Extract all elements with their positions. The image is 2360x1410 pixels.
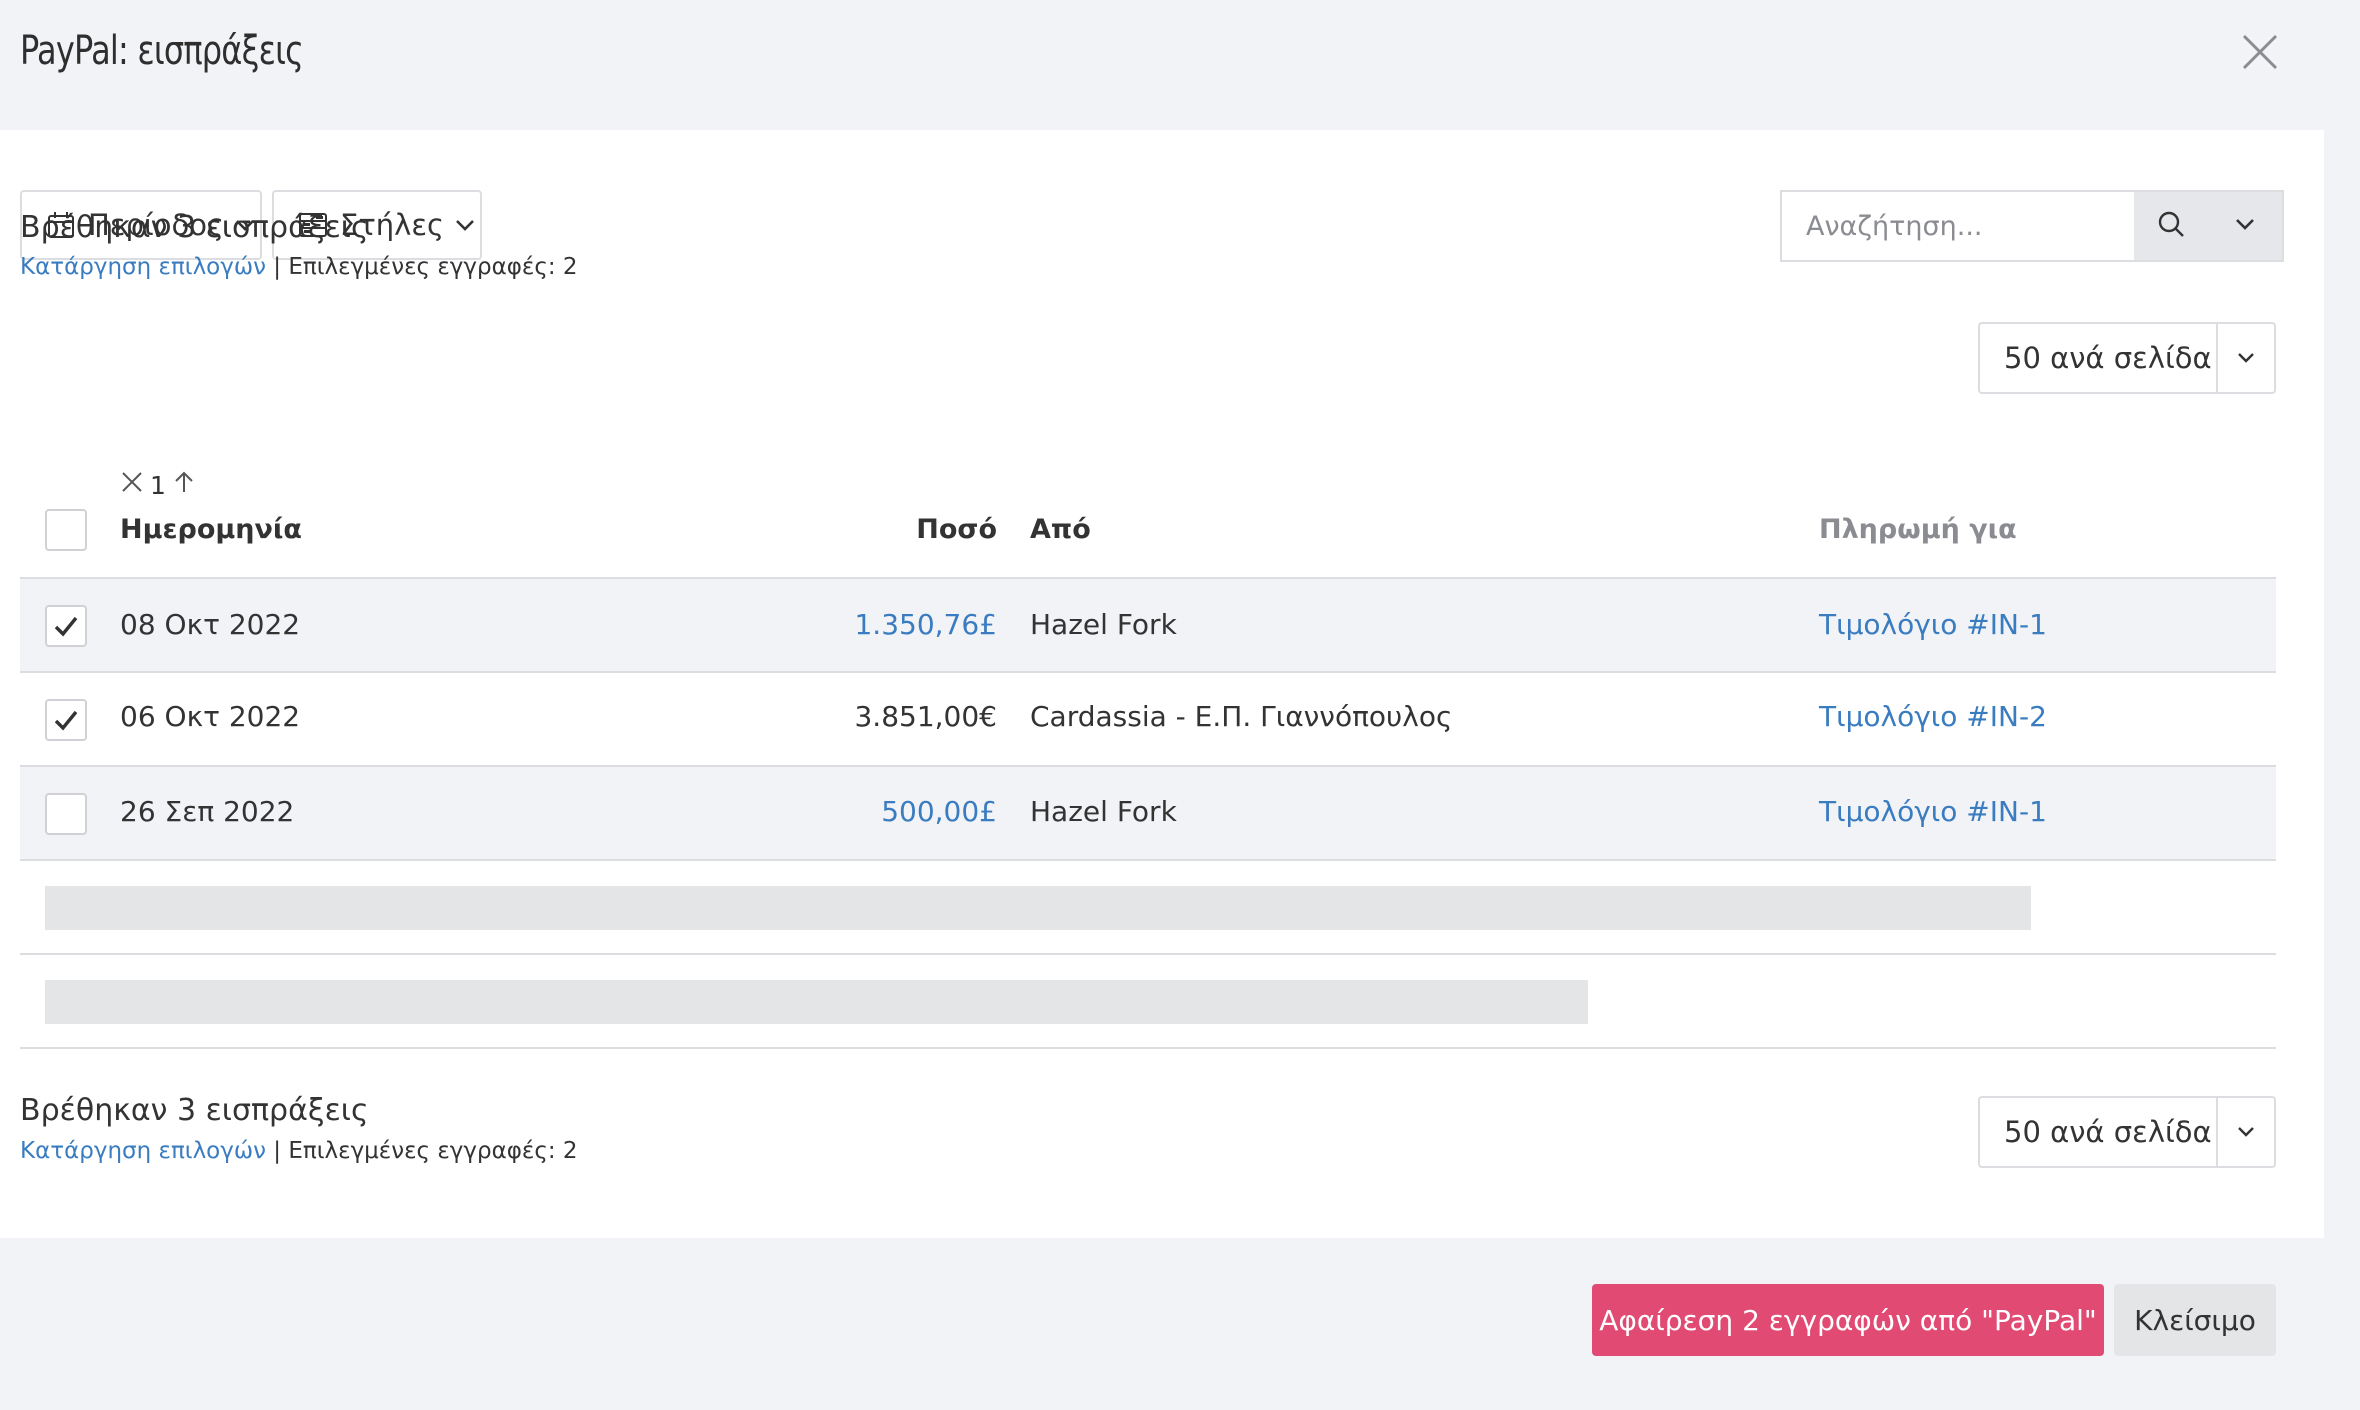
selected-count: Επιλεγμένες εγγραφές: 2 — [288, 254, 578, 280]
close-icon[interactable] — [2238, 30, 2282, 74]
selection-info: Κατάργηση επιλογών | Επιλεγμένες εγγραφέ… — [20, 254, 578, 280]
clear-selection-link[interactable]: Κατάργηση επιλογών — [20, 254, 266, 280]
chevron-down-icon — [2232, 211, 2258, 241]
modal-body: Περίοδος Στήλες Αναζήτηση... Βρέθηκαν 3 … — [0, 130, 2324, 1238]
arrow-up-icon[interactable] — [172, 470, 196, 500]
column-header-payment-for: Πληρωμή για — [1819, 514, 2017, 545]
column-header-from[interactable]: Από — [1030, 514, 1091, 545]
sort-indicator: 1 — [120, 470, 196, 500]
selection-info-bottom: Κατάργηση επιλογών | Επιλεγμένες εγγραφέ… — [20, 1138, 578, 1164]
row-checkbox[interactable] — [45, 793, 87, 835]
row-invoice-link[interactable]: Τιμολόγιο #IN-1 — [1819, 608, 2047, 641]
column-header-amount[interactable]: Ποσό — [697, 514, 997, 545]
row-amount[interactable]: 1.350,76£ — [697, 608, 997, 641]
search-input[interactable] — [1782, 192, 2134, 260]
remove-records-button[interactable]: Αφαίρεση 2 εγγραφών από "PayPal" — [1592, 1284, 2104, 1356]
per-page-value: 50 ανά σελίδα — [2004, 341, 2212, 375]
table-row: 08 Οκτ 2022 1.350,76£ Hazel Fork Τιμολόγ… — [20, 579, 2276, 673]
receipts-modal: PayPal: εισπράξεις Περίοδος Στήλες Αναζή… — [0, 0, 2360, 1410]
row-date: 26 Σεπ 2022 — [120, 795, 295, 828]
search-button[interactable] — [2134, 192, 2208, 260]
selected-count: Επιλεγμένες εγγραφές: 2 — [288, 1138, 578, 1164]
results-count-bottom: Βρέθηκαν 3 εισπράξεις — [20, 1093, 369, 1128]
row-invoice-link[interactable]: Τιμολόγιο #IN-1 — [1819, 795, 2047, 828]
row-from: Hazel Fork — [1030, 608, 1177, 641]
separator: | — [265, 1138, 289, 1164]
row-checkbox[interactable] — [45, 605, 87, 647]
loading-placeholder — [45, 886, 2031, 930]
clear-sort-icon[interactable] — [120, 470, 144, 500]
modal-title: PayPal: εισπράξεις — [20, 28, 304, 74]
separator: | — [265, 254, 289, 280]
checkmark-icon — [54, 710, 78, 731]
row-amount[interactable]: 500,00£ — [697, 795, 997, 828]
per-page-select[interactable]: 50 ανά σελίδα — [1978, 322, 2276, 394]
chevron-down-icon — [452, 212, 478, 238]
chevron-down-icon — [2218, 346, 2274, 370]
row-amount: 3.851,00€ — [854, 700, 997, 733]
search-box — [1780, 190, 2284, 262]
row-date: 06 Οκτ 2022 — [120, 700, 301, 733]
column-header-date[interactable]: Ημερομηνία — [120, 514, 302, 545]
row-divider — [20, 1047, 2276, 1049]
checkmark-icon — [54, 616, 78, 637]
row-checkbox[interactable] — [45, 699, 87, 741]
search-icon — [2155, 208, 2187, 244]
results-count: Βρέθηκαν 3 εισπράξεις — [20, 210, 369, 245]
table-row: 06 Οκτ 2022 3.851,00€ Cardassia - Ε.Π. Γ… — [20, 673, 2276, 767]
close-button[interactable]: Κλείσιμο — [2114, 1284, 2276, 1356]
row-invoice-link[interactable]: Τιμολόγιο #IN-2 — [1819, 700, 2047, 733]
loading-placeholder — [45, 980, 1588, 1024]
row-divider — [20, 953, 2276, 955]
row-from: Hazel Fork — [1030, 795, 1177, 828]
search-options-button[interactable] — [2208, 192, 2282, 260]
per-page-value: 50 ανά σελίδα — [2004, 1115, 2212, 1149]
select-all-checkbox[interactable] — [45, 509, 87, 551]
per-page-select-bottom[interactable]: 50 ανά σελίδα — [1978, 1096, 2276, 1168]
row-date: 08 Οκτ 2022 — [120, 608, 301, 641]
clear-selection-link[interactable]: Κατάργηση επιλογών — [20, 1138, 266, 1164]
chevron-down-icon — [2218, 1120, 2274, 1144]
sort-order: 1 — [150, 470, 166, 500]
table-row: 26 Σεπ 2022 500,00£ Hazel Fork Τιμολόγιο… — [20, 767, 2276, 861]
row-from: Cardassia - Ε.Π. Γιαννόπουλος — [1030, 700, 1453, 733]
modal-header: PayPal: εισπράξεις — [0, 0, 2360, 130]
